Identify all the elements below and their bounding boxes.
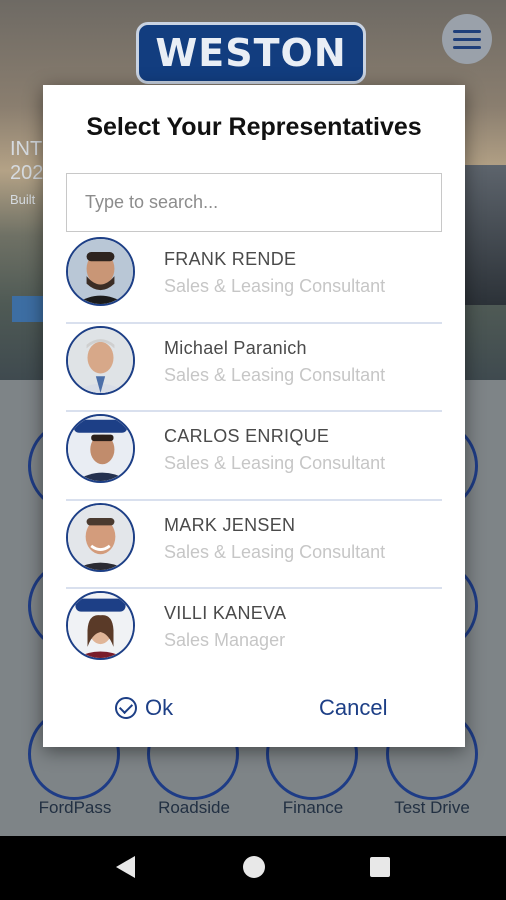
representative-row[interactable]: Michael Paranich Sales & Leasing Consult… bbox=[66, 324, 442, 412]
representative-row[interactable]: FRANK RENDE Sales & Leasing Consultant bbox=[66, 235, 442, 324]
hamburger-menu-icon bbox=[453, 29, 481, 49]
avatar bbox=[66, 325, 135, 395]
ok-label: Ok bbox=[145, 695, 174, 720]
search-input[interactable] bbox=[66, 173, 442, 232]
dealer-logo: WESTON bbox=[136, 22, 366, 84]
finance-label: Finance bbox=[282, 798, 344, 817]
avatar bbox=[66, 591, 135, 660]
dialog-title: Select Your Representatives bbox=[86, 113, 422, 141]
avatar bbox=[66, 414, 135, 483]
select-representatives-dialog: Select Your Representatives FRANK RENDE … bbox=[43, 85, 465, 747]
representative-role: Sales Manager bbox=[164, 630, 286, 650]
avatar bbox=[66, 237, 135, 306]
hero-subline: Built bbox=[10, 192, 36, 207]
back-triangle-icon[interactable] bbox=[116, 856, 135, 878]
representative-row[interactable]: CARLOS ENRIQUE Sales & Leasing Consultan… bbox=[66, 412, 442, 501]
dialog-actions: Ok Cancel bbox=[43, 691, 465, 731]
fordpass-label: FordPass bbox=[38, 798, 112, 817]
cancel-button[interactable]: Cancel bbox=[319, 695, 387, 721]
recent-apps-square-icon[interactable] bbox=[370, 857, 390, 877]
check-circle-icon bbox=[115, 697, 137, 719]
representative-name: VILLI KANEVA bbox=[164, 603, 287, 623]
representative-name: CARLOS ENRIQUE bbox=[164, 426, 330, 446]
ok-button[interactable]: Ok bbox=[115, 695, 173, 721]
representative-role: Sales & Leasing Consultant bbox=[164, 453, 386, 473]
representative-row[interactable]: MARK JENSEN Sales & Leasing Consultant bbox=[66, 501, 442, 589]
hero-year: 202 bbox=[10, 162, 44, 184]
menu-button[interactable] bbox=[442, 14, 492, 64]
avatar bbox=[66, 502, 135, 572]
representative-role: Sales & Leasing Consultant bbox=[164, 541, 386, 562]
hero-headline: INT bbox=[10, 138, 43, 160]
roadside-label: Roadside bbox=[158, 798, 230, 817]
representative-name: Michael Paranich bbox=[164, 337, 307, 358]
representative-role: Sales & Leasing Consultant bbox=[164, 364, 386, 385]
home-circle-icon[interactable] bbox=[243, 856, 265, 878]
hero-cta-button[interactable] bbox=[12, 296, 46, 322]
representative-row[interactable]: VILLI KANEVA Sales Manager bbox=[66, 589, 442, 665]
test-drive-label: Test Drive bbox=[394, 798, 470, 817]
dealer-logo-text: WESTON bbox=[155, 31, 347, 75]
representatives-list[interactable]: FRANK RENDE Sales & Leasing Consultant M… bbox=[66, 235, 442, 665]
representative-name: FRANK RENDE bbox=[164, 249, 297, 269]
representative-role: Sales & Leasing Consultant bbox=[164, 276, 386, 296]
representative-name: MARK JENSEN bbox=[164, 514, 296, 535]
